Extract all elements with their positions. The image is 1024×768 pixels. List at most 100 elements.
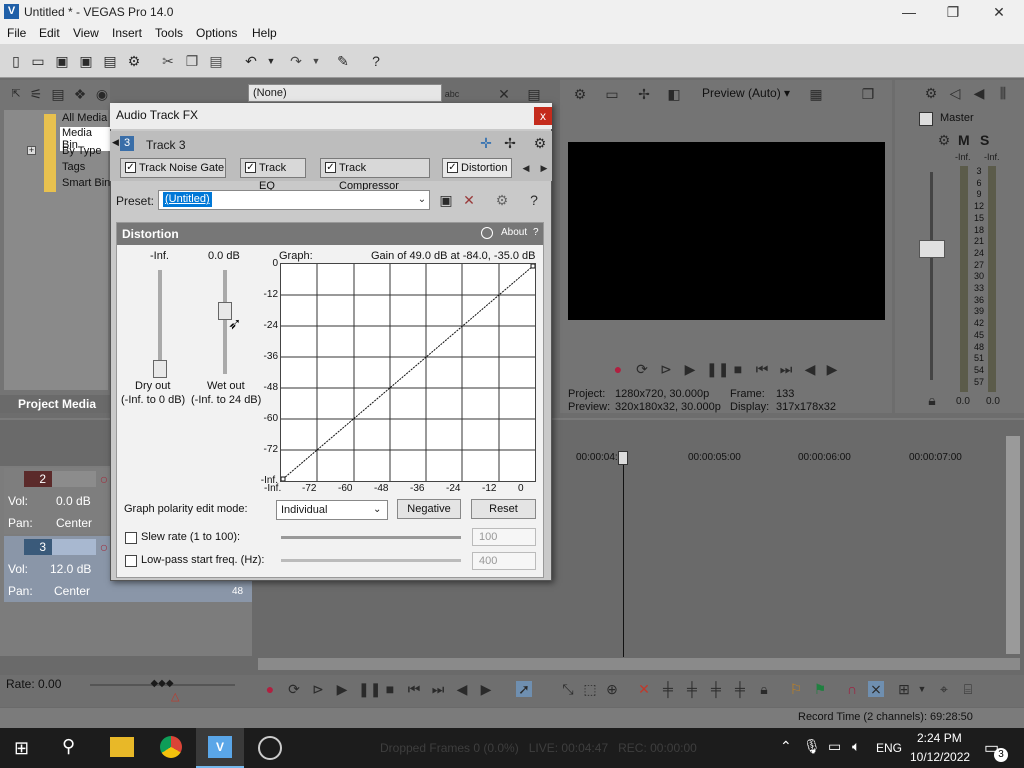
network-icon[interactable]: ▭ bbox=[828, 738, 841, 755]
master-settings-gear-icon[interactable]: ⚙ bbox=[923, 85, 939, 101]
preview-screen[interactable] bbox=[568, 142, 885, 320]
curve-handle-start[interactable] bbox=[281, 476, 286, 481]
stop-icon[interactable]: ■ bbox=[730, 361, 746, 377]
render-icon[interactable]: ▤ bbox=[102, 53, 118, 69]
plugin-header-help[interactable]: ? bbox=[533, 227, 539, 238]
preview-settings-gear-icon[interactable]: ⚙ bbox=[572, 86, 588, 102]
spell-icon[interactable]: abc bbox=[444, 86, 460, 102]
show-hidden-icons-icon[interactable]: ⌃ bbox=[780, 738, 792, 755]
menu-edit[interactable]: Edit bbox=[39, 26, 60, 40]
new-project-icon[interactable]: ▯ bbox=[8, 53, 24, 69]
preset-value[interactable]: (Untitled) bbox=[163, 192, 212, 207]
ripple-edit-icon[interactable]: ⊞ bbox=[896, 681, 912, 697]
external-monitor-icon[interactable]: ▭ bbox=[604, 86, 620, 102]
region-icon[interactable]: ⚑ bbox=[812, 681, 828, 697]
minimize-button[interactable]: — bbox=[886, 0, 932, 24]
volume-icon[interactable]: 🔈︎ bbox=[852, 738, 860, 755]
menu-file[interactable]: File bbox=[7, 26, 26, 40]
chrome-icon[interactable] bbox=[160, 736, 182, 758]
master-lock-icon[interactable]: 🔒︎ bbox=[924, 392, 940, 408]
redo-dropdown-icon[interactable]: ▼ bbox=[308, 53, 324, 69]
menu-options[interactable]: Options bbox=[196, 26, 237, 40]
menu-insert[interactable]: Insert bbox=[112, 26, 142, 40]
slew-rate-checkbox[interactable] bbox=[125, 532, 137, 544]
preset-chevron-down-icon[interactable]: ⌄ bbox=[414, 192, 430, 208]
zoom-tool-icon[interactable]: ⊕ bbox=[604, 681, 620, 697]
master-downmix-icon[interactable]: ◁ bbox=[947, 85, 963, 101]
envelope-tool-icon[interactable]: ⤡ bbox=[560, 681, 576, 697]
delete-icon[interactable]: ✕ bbox=[636, 681, 652, 697]
redo-icon[interactable]: ↷ bbox=[288, 53, 304, 69]
plugin-help-icon[interactable]: ? bbox=[526, 192, 542, 208]
media-fx-icon[interactable]: ❖ bbox=[72, 86, 88, 102]
screen-recorder-icon[interactable] bbox=[258, 736, 282, 760]
tree-item-smart-bin[interactable]: Smart Bin bbox=[62, 177, 110, 189]
tree-item-all-media[interactable]: All Media bbox=[62, 112, 107, 124]
preview-quality-dropdown[interactable]: Preview (Auto) ▾ bbox=[702, 86, 790, 100]
chain-scroll-left-icon[interactable]: ◀ bbox=[518, 160, 534, 176]
tree-expand-icon[interactable]: + bbox=[27, 146, 36, 155]
auto-crossfade-icon[interactable]: ⨯ bbox=[868, 681, 884, 697]
media-import-icon[interactable]: ⇱ bbox=[8, 86, 24, 102]
reset-button[interactable]: Reset bbox=[471, 499, 536, 519]
timeline-go-to-end-icon[interactable]: ⏭ bbox=[430, 681, 446, 697]
track-3-pan[interactable]: Center bbox=[54, 584, 90, 598]
loop-icon[interactable]: ⟳ bbox=[634, 361, 650, 377]
split-icon[interactable]: ╪ bbox=[708, 681, 724, 697]
chain-track-noise-gate[interactable]: ✓ Track Noise Gate bbox=[120, 158, 226, 178]
maximize-button[interactable]: ❐ bbox=[930, 0, 976, 24]
low-pass-field[interactable]: 400 bbox=[472, 552, 536, 570]
master-fader-handle[interactable] bbox=[919, 240, 945, 258]
plugin-chain-icon[interactable]: ✛ bbox=[478, 135, 494, 151]
chain-scroll-right-icon[interactable]: ▶ bbox=[536, 160, 552, 176]
distortion-graph[interactable] bbox=[280, 263, 536, 482]
chain-eq-checkbox[interactable]: ✓ bbox=[245, 162, 256, 173]
lock-envelopes-icon[interactable]: ⌖ bbox=[936, 681, 952, 697]
ripple-dropdown-icon[interactable]: ▼ bbox=[914, 681, 930, 697]
open-icon[interactable]: ▭ bbox=[30, 53, 46, 69]
timeline-play-icon[interactable]: ▶ bbox=[334, 681, 350, 697]
clock-date[interactable]: 10/12/2022 bbox=[910, 750, 970, 764]
record-icon[interactable]: ● bbox=[610, 361, 626, 377]
explorer-filter-dropdown[interactable]: (None) bbox=[248, 84, 442, 102]
paste-icon[interactable]: ▤ bbox=[208, 53, 224, 69]
timeline-horizontal-scrollbar[interactable] bbox=[258, 658, 1020, 670]
project-media-tab[interactable]: Project Media bbox=[0, 395, 110, 413]
tree-item-tags[interactable]: Tags bbox=[62, 161, 85, 173]
undo-icon[interactable]: ↶ bbox=[243, 53, 259, 69]
track-2-pan[interactable]: Center bbox=[56, 516, 92, 530]
timeline-next-frame-icon[interactable]: ▶ bbox=[478, 681, 494, 697]
master-speaker-icon[interactable]: ◀ bbox=[971, 85, 987, 101]
track-collapse-icon[interactable]: ◀ bbox=[112, 137, 119, 148]
properties-gear-icon[interactable]: ⚙ bbox=[126, 53, 142, 69]
negative-button[interactable]: Negative bbox=[397, 499, 461, 519]
curve-handle-end[interactable] bbox=[530, 264, 535, 269]
media-web-icon[interactable]: ◉ bbox=[94, 86, 110, 102]
track-2-name-field[interactable] bbox=[52, 471, 96, 487]
master-meter-options-icon[interactable]: ⫼ bbox=[995, 85, 1011, 101]
edit-tool-icon[interactable]: ✎ bbox=[335, 53, 351, 69]
language-indicator[interactable]: ENG bbox=[876, 741, 902, 755]
next-frame-icon[interactable]: ▶ bbox=[824, 361, 840, 377]
low-pass-checkbox[interactable] bbox=[125, 555, 137, 567]
chain-compressor-checkbox[interactable]: ✓ bbox=[325, 162, 336, 173]
polarity-dropdown[interactable]: Individual ⌄ bbox=[276, 500, 388, 520]
delete-preset-icon[interactable]: ✕ bbox=[461, 192, 477, 208]
track-2-volume[interactable]: 0.0 dB bbox=[56, 494, 91, 508]
search-icon[interactable]: ⚲ bbox=[62, 736, 75, 757]
track-3-volume[interactable]: 12.0 dB bbox=[50, 562, 91, 576]
master-fx-icon[interactable]: ⚙ bbox=[936, 132, 952, 148]
timeline-go-to-start-icon[interactable]: ⏮ bbox=[406, 681, 422, 697]
menu-view[interactable]: View bbox=[73, 26, 99, 40]
plugin-properties-gear-icon[interactable]: ⚙ bbox=[494, 192, 510, 208]
copy-snapshot-icon[interactable]: ❐ bbox=[860, 86, 876, 102]
media-get-icon[interactable]: ▤ bbox=[50, 86, 66, 102]
timeline-record-icon[interactable]: ● bbox=[262, 681, 278, 697]
trim-icon[interactable]: ╪ bbox=[732, 681, 748, 697]
media-capture-icon[interactable]: ⚟ bbox=[28, 86, 44, 102]
previous-frame-icon[interactable]: ◀ bbox=[802, 361, 818, 377]
go-to-start-icon[interactable]: ⏮ bbox=[754, 361, 770, 377]
undo-dropdown-icon[interactable]: ▼ bbox=[263, 53, 279, 69]
chain-track-compressor[interactable]: ✓ Track Compressor bbox=[320, 158, 430, 192]
clock-time[interactable]: 2:24 PM bbox=[917, 731, 962, 745]
